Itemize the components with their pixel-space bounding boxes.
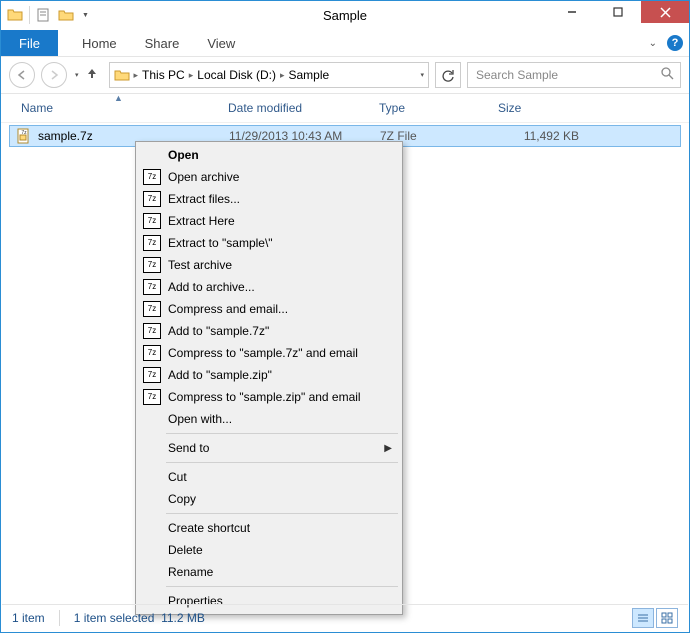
up-button[interactable] <box>85 66 103 84</box>
qat-properties-icon[interactable] <box>36 7 52 23</box>
back-button[interactable] <box>9 62 35 88</box>
menu-create-shortcut[interactable]: Create shortcut <box>138 517 400 539</box>
menu-extract-to[interactable]: 7zExtract to "sample\" <box>138 232 400 254</box>
close-button[interactable] <box>641 1 689 23</box>
menu-compress-7z-email[interactable]: 7zCompress to "sample.7z" and email <box>138 342 400 364</box>
status-divider <box>59 610 60 626</box>
help-icon[interactable]: ? <box>667 35 683 51</box>
menu-rename[interactable]: Rename <box>138 561 400 583</box>
sevenz-icon: 7z <box>142 345 162 361</box>
column-header-size[interactable]: Size <box>498 94 521 122</box>
column-header-date[interactable]: Date modified <box>228 94 302 122</box>
column-header-type[interactable]: Type <box>379 94 405 122</box>
file-size: 11,492 KB <box>499 129 579 143</box>
menu-test-archive[interactable]: 7zTest archive <box>138 254 400 276</box>
menu-cut[interactable]: Cut <box>138 466 400 488</box>
breadcrumb-sample[interactable]: Sample <box>288 68 329 82</box>
address-bar[interactable]: ▸ This PC ▸ Local Disk (D:) ▸ Sample ▾ <box>109 62 429 88</box>
chevron-right-icon[interactable]: ▸ <box>189 70 194 81</box>
forward-button[interactable] <box>41 62 67 88</box>
address-folder-icon <box>114 67 130 83</box>
breadcrumb-this-pc[interactable]: This PC <box>142 68 185 82</box>
expand-ribbon-icon[interactable]: ⌄ <box>649 38 657 49</box>
app-icon <box>7 7 23 23</box>
menu-delete[interactable]: Delete <box>138 539 400 561</box>
explorer-window: ▼ Sample File Home Share View ⌄ ? <box>0 0 690 633</box>
file-name: sample.7z <box>38 129 93 143</box>
sevenz-icon: 7z <box>142 235 162 251</box>
navigation-bar: ▾ ▸ This PC ▸ Local Disk (D:) ▸ Sample ▾ <box>1 57 689 94</box>
sevenz-icon: 7z <box>142 169 162 185</box>
sevenz-icon: 7z <box>142 257 162 273</box>
sevenz-icon: 7z <box>142 367 162 383</box>
quick-access-toolbar: ▼ <box>1 6 89 24</box>
menu-open-with[interactable]: Open with... <box>138 408 400 430</box>
menu-send-to[interactable]: Send to▶ <box>138 437 400 459</box>
menu-open[interactable]: Open <box>138 144 400 166</box>
maximize-button[interactable] <box>595 1 641 23</box>
sort-ascending-icon: ▲ <box>114 93 123 103</box>
status-item-count: 1 item <box>12 611 45 625</box>
title-bar: ▼ Sample <box>1 1 689 30</box>
column-header-name[interactable]: Name <box>21 94 53 122</box>
qat-separator <box>29 6 30 24</box>
context-menu: Open 7zOpen archive 7zExtract files... 7… <box>135 141 403 615</box>
sevenz-icon: 7z <box>142 279 162 295</box>
sevenz-icon: 7z <box>142 389 162 405</box>
sevenz-icon: 7z <box>142 191 162 207</box>
qat-dropdown-icon[interactable]: ▼ <box>82 12 89 19</box>
ribbon-tabs: File Home Share View ⌄ ? <box>1 30 689 57</box>
breadcrumb-local-disk[interactable]: Local Disk (D:) <box>197 68 276 82</box>
menu-separator <box>166 462 398 463</box>
details-view-button[interactable] <box>632 608 654 628</box>
minimize-button[interactable] <box>549 1 595 23</box>
file-icon: 7z <box>16 128 32 144</box>
menu-separator <box>166 513 398 514</box>
menu-open-archive[interactable]: 7zOpen archive <box>138 166 400 188</box>
submenu-arrow-icon: ▶ <box>384 443 392 454</box>
sevenz-icon: 7z <box>142 323 162 339</box>
menu-copy[interactable]: Copy <box>138 488 400 510</box>
search-input[interactable] <box>474 67 661 83</box>
search-icon <box>661 67 674 83</box>
menu-compress-email[interactable]: 7zCompress and email... <box>138 298 400 320</box>
menu-extract-files[interactable]: 7zExtract files... <box>138 188 400 210</box>
status-selection: 1 item selected 11.2 MB <box>74 611 205 625</box>
thumbnails-view-button[interactable] <box>656 608 678 628</box>
menu-compress-zip-email[interactable]: 7zCompress to "sample.zip" and email <box>138 386 400 408</box>
sevenz-icon: 7z <box>142 213 162 229</box>
menu-separator <box>166 586 398 587</box>
tab-view[interactable]: View <box>193 30 249 56</box>
menu-separator <box>166 433 398 434</box>
address-dropdown-icon[interactable]: ▾ <box>420 71 424 79</box>
search-box[interactable] <box>467 62 681 88</box>
qat-new-folder-icon[interactable] <box>58 7 74 23</box>
column-headers: ▲ Name Date modified Type Size <box>1 94 689 123</box>
chevron-right-icon[interactable]: ▸ <box>280 70 285 81</box>
file-tab-label: File <box>19 36 40 51</box>
history-dropdown-icon[interactable]: ▾ <box>75 71 79 79</box>
svg-text:7z: 7z <box>21 130 27 136</box>
menu-extract-here[interactable]: 7zExtract Here <box>138 210 400 232</box>
view-toggles <box>632 608 678 628</box>
chevron-right-icon[interactable]: ▸ <box>134 70 139 81</box>
menu-add-to-archive[interactable]: 7zAdd to archive... <box>138 276 400 298</box>
menu-add-to-zip[interactable]: 7zAdd to "sample.zip" <box>138 364 400 386</box>
status-bar: 1 item 1 item selected 11.2 MB <box>2 604 688 631</box>
tab-home[interactable]: Home <box>68 30 131 56</box>
window-controls <box>549 1 689 23</box>
menu-add-to-7z[interactable]: 7zAdd to "sample.7z" <box>138 320 400 342</box>
file-tab[interactable]: File <box>1 30 58 56</box>
tab-share[interactable]: Share <box>131 30 194 56</box>
sevenz-icon: 7z <box>142 301 162 317</box>
refresh-button[interactable] <box>435 62 461 88</box>
